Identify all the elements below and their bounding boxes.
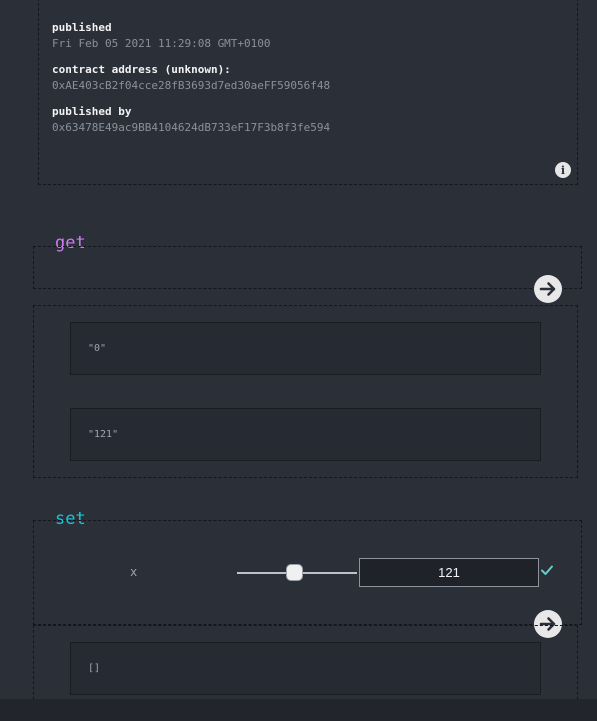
x-value-input[interactable] [359, 558, 539, 587]
contract-address-value[interactable]: 0xAE403cB2f04cce28fB3693d7ed30aeFF59056f… [52, 79, 330, 92]
get-result-1: "121" [70, 408, 541, 461]
set-result-0: [] [70, 642, 541, 695]
published-value: Fri Feb 05 2021 11:29:08 GMT+0100 [52, 37, 271, 50]
footer-bar [0, 699, 597, 721]
param-x-label: x [130, 565, 138, 579]
arrow-right-icon [539, 282, 556, 296]
published-label: published [52, 21, 112, 34]
info-panel [38, 0, 578, 185]
contract-address-label: contract address (unknown): [52, 63, 231, 76]
published-by-value[interactable]: 0x63478E49ac9BB4104624dB733eF17F3b8f3fe5… [52, 121, 330, 134]
published-by-label: published by [52, 105, 132, 118]
get-result-0: "0" [70, 322, 541, 375]
get-call-button[interactable] [534, 275, 562, 303]
slider-thumb[interactable] [286, 564, 304, 581]
check-icon [541, 565, 553, 575]
get-header-box [33, 246, 582, 289]
info-icon[interactable]: i [555, 162, 571, 178]
